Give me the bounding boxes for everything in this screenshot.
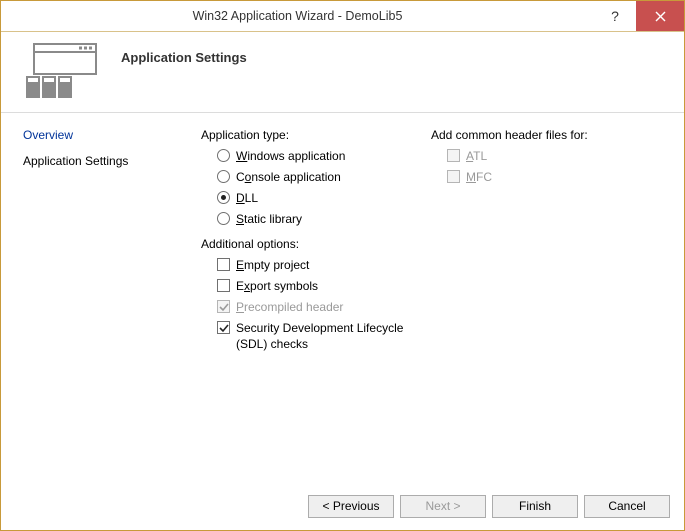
col-header-files: Add common header files for: ATL MFC xyxy=(431,128,651,482)
check-empty-project[interactable]: Empty project xyxy=(217,257,421,273)
body: Overview Application Settings Applicatio… xyxy=(1,113,684,482)
header-files-heading: Add common header files for: xyxy=(431,128,651,142)
check-sdl[interactable]: Security Development Lifecycle (SDL) che… xyxy=(217,320,421,352)
help-button[interactable]: ? xyxy=(594,1,636,31)
banner-heading: Application Settings xyxy=(121,40,247,65)
banner: Application Settings xyxy=(1,32,684,113)
additional-options: Empty project Export symbols Precompiled… xyxy=(201,257,421,352)
col-app-type: Application type: Windows application Co… xyxy=(201,128,431,482)
checkbox-icon xyxy=(217,279,230,292)
check-mfc: MFC xyxy=(447,169,651,185)
additional-heading: Additional options: xyxy=(201,237,421,251)
check-label: Empty project xyxy=(236,257,309,273)
content: Application type: Windows application Co… xyxy=(201,113,684,482)
check-label: Precompiled header xyxy=(236,299,343,315)
checkbox-icon xyxy=(217,321,230,334)
nav-item-overview[interactable]: Overview xyxy=(23,128,201,142)
titlebar: Win32 Application Wizard - DemoLib5 ? xyxy=(1,1,684,32)
radio-icon xyxy=(217,170,230,183)
close-button[interactable] xyxy=(636,1,684,31)
check-label: Export symbols xyxy=(236,278,318,294)
radio-icon xyxy=(217,149,230,162)
radio-label: Windows application xyxy=(236,148,345,164)
previous-button[interactable]: < Previous xyxy=(308,495,394,518)
side-nav: Overview Application Settings xyxy=(1,113,201,482)
radio-label: DLL xyxy=(236,190,258,206)
window-title: Win32 Application Wizard - DemoLib5 xyxy=(1,9,594,23)
check-atl: ATL xyxy=(447,148,651,164)
close-icon xyxy=(655,11,666,22)
nav-item-application-settings[interactable]: Application Settings xyxy=(23,154,201,168)
footer: < Previous Next > Finish Cancel xyxy=(1,482,684,530)
app-type-heading: Application type: xyxy=(201,128,421,142)
titlebar-controls: ? xyxy=(594,1,684,31)
next-button: Next > xyxy=(400,495,486,518)
checkbox-icon xyxy=(217,300,230,313)
app-type-options: Windows application Console application … xyxy=(201,148,421,227)
check-label: Security Development Lifecycle (SDL) che… xyxy=(236,320,416,352)
radio-windows-application[interactable]: Windows application xyxy=(217,148,421,164)
radio-icon xyxy=(217,212,230,225)
check-precompiled-header: Precompiled header xyxy=(217,299,421,315)
wizard-icon xyxy=(1,40,121,100)
checkbox-icon xyxy=(217,258,230,271)
radio-icon xyxy=(217,191,230,204)
checkbox-icon xyxy=(447,149,460,162)
radio-dll[interactable]: DLL xyxy=(217,190,421,206)
radio-label: Static library xyxy=(236,211,302,227)
check-label: MFC xyxy=(466,169,492,185)
header-files-options: ATL MFC xyxy=(431,148,651,185)
checkbox-icon xyxy=(447,170,460,183)
cancel-button[interactable]: Cancel xyxy=(584,495,670,518)
check-export-symbols[interactable]: Export symbols xyxy=(217,278,421,294)
radio-label: Console application xyxy=(236,169,341,185)
finish-button[interactable]: Finish xyxy=(492,495,578,518)
wizard-window: Win32 Application Wizard - DemoLib5 ? xyxy=(0,0,685,531)
radio-console-application[interactable]: Console application xyxy=(217,169,421,185)
check-label: ATL xyxy=(466,148,487,164)
radio-static-library[interactable]: Static library xyxy=(217,211,421,227)
